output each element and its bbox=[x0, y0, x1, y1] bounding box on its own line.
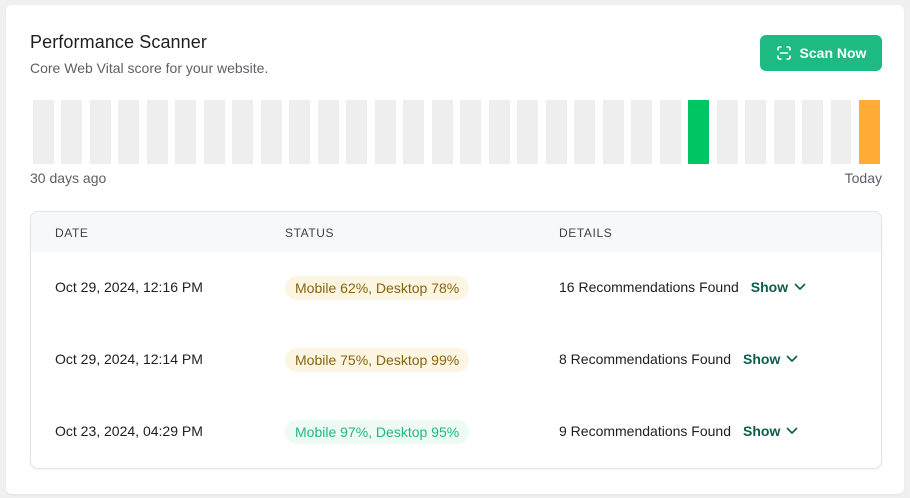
row-details: 16 Recommendations Found Show bbox=[559, 279, 806, 295]
history-bar-empty[interactable] bbox=[431, 100, 453, 164]
history-start-label: 30 days ago bbox=[30, 170, 107, 186]
history-bar-empty[interactable] bbox=[146, 100, 168, 164]
recommendations-count: 16 Recommendations Found bbox=[559, 279, 739, 295]
history-bar-empty[interactable] bbox=[374, 100, 396, 164]
row-date: Oct 29, 2024, 12:16 PM bbox=[55, 279, 203, 295]
history-bar-good[interactable] bbox=[688, 100, 710, 164]
chevron-down-icon bbox=[786, 427, 798, 435]
row-details: 9 Recommendations Found Show bbox=[559, 423, 798, 439]
history-bar-empty[interactable] bbox=[545, 100, 567, 164]
history-bar-empty[interactable] bbox=[773, 100, 795, 164]
chevron-down-icon bbox=[786, 355, 798, 363]
scan-results-table: DATE STATUS DETAILS Oct 29, 2024, 12:16 … bbox=[30, 211, 882, 469]
history-bar-empty[interactable] bbox=[260, 100, 282, 164]
row-details: 8 Recommendations Found Show bbox=[559, 351, 798, 367]
history-bar-empty[interactable] bbox=[346, 100, 368, 164]
history-bar-empty[interactable] bbox=[61, 100, 83, 164]
history-bar-empty[interactable] bbox=[232, 100, 254, 164]
history-bar-empty[interactable] bbox=[659, 100, 681, 164]
history-bar-empty[interactable] bbox=[830, 100, 852, 164]
history-end-label: Today bbox=[844, 170, 882, 186]
scan-history-bars bbox=[33, 100, 880, 164]
scan-now-button[interactable]: Scan Now bbox=[760, 35, 882, 71]
history-bar-empty[interactable] bbox=[517, 100, 539, 164]
scan-now-label: Scan Now bbox=[799, 45, 867, 61]
row-date: Oct 23, 2024, 04:29 PM bbox=[55, 423, 203, 439]
table-header: DATE STATUS DETAILS bbox=[31, 212, 881, 252]
page-title: Performance Scanner bbox=[30, 32, 207, 52]
status-badge: Mobile 62%, Desktop 78% bbox=[285, 276, 470, 300]
column-header-details: DETAILS bbox=[559, 226, 613, 240]
column-header-status: STATUS bbox=[285, 226, 335, 240]
history-bar-empty[interactable] bbox=[802, 100, 823, 164]
table-row: Oct 23, 2024, 04:29 PM Mobile 97%, Deskt… bbox=[31, 396, 881, 468]
row-date: Oct 29, 2024, 12:14 PM bbox=[55, 351, 203, 367]
status-badge: Mobile 97%, Desktop 95% bbox=[285, 420, 470, 444]
history-bar-empty[interactable] bbox=[175, 100, 197, 164]
history-bar-warn[interactable] bbox=[859, 100, 880, 164]
history-bar-empty[interactable] bbox=[745, 100, 767, 164]
history-bar-empty[interactable] bbox=[118, 100, 140, 164]
history-bar-empty[interactable] bbox=[289, 100, 311, 164]
history-bar-empty[interactable] bbox=[716, 100, 738, 164]
history-bar-empty[interactable] bbox=[33, 100, 54, 164]
history-bar-empty[interactable] bbox=[203, 100, 225, 164]
status-badge: Mobile 75%, Desktop 99% bbox=[285, 348, 470, 372]
column-header-date: DATE bbox=[55, 226, 89, 240]
history-bar-empty[interactable] bbox=[631, 100, 653, 164]
history-bar-empty[interactable] bbox=[317, 100, 339, 164]
table-row: Oct 29, 2024, 12:14 PM Mobile 75%, Deskt… bbox=[31, 324, 881, 396]
history-bar-empty[interactable] bbox=[403, 100, 425, 164]
history-bar-empty[interactable] bbox=[574, 100, 596, 164]
show-details-button[interactable]: Show bbox=[743, 423, 798, 439]
history-bar-empty[interactable] bbox=[89, 100, 111, 164]
page-subtitle: Core Web Vital score for your website. bbox=[30, 60, 269, 76]
recommendations-count: 9 Recommendations Found bbox=[559, 423, 731, 439]
performance-scanner-card: Performance Scanner Core Web Vital score… bbox=[6, 5, 904, 494]
recommendations-count: 8 Recommendations Found bbox=[559, 351, 731, 367]
show-label: Show bbox=[743, 423, 781, 439]
show-details-button[interactable]: Show bbox=[743, 351, 798, 367]
history-bar-empty[interactable] bbox=[460, 100, 482, 164]
history-bar-empty[interactable] bbox=[488, 100, 510, 164]
show-label: Show bbox=[743, 351, 781, 367]
show-details-button[interactable]: Show bbox=[751, 279, 806, 295]
table-row: Oct 29, 2024, 12:16 PM Mobile 62%, Deskt… bbox=[31, 252, 881, 324]
chevron-down-icon bbox=[794, 283, 806, 291]
scan-icon bbox=[776, 45, 792, 61]
history-bar-empty[interactable] bbox=[602, 100, 624, 164]
show-label: Show bbox=[750, 279, 789, 295]
